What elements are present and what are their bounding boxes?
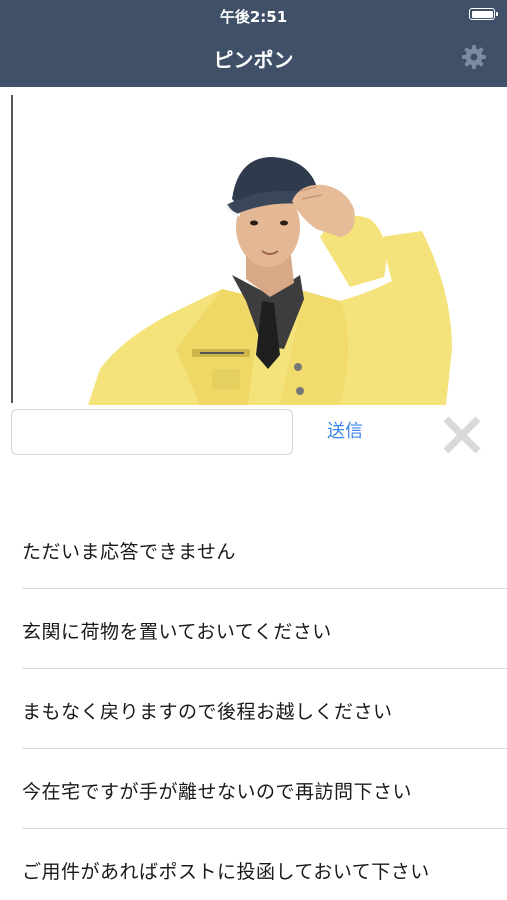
quick-reply-label: まもなく戻りますので後程お越しください (22, 701, 393, 723)
quick-reply-list: ただいま応答できません 玄関に荷物を置いておいてください まもなく戻りますので後… (0, 509, 507, 900)
quick-reply-item[interactable]: 玄関に荷物を置いておいてください (22, 589, 507, 669)
close-icon[interactable] (441, 414, 483, 456)
quick-reply-label: 玄関に荷物を置いておいてください (22, 621, 332, 643)
reply-text-input[interactable] (11, 409, 293, 455)
navigation-bar: 午後2:51 ピンポン (0, 0, 507, 87)
page-title: ピンポン (213, 48, 294, 72)
quick-reply-item[interactable]: ご用件があればポストに投函しておいて下さい (22, 829, 507, 900)
camera-photo (88, 157, 452, 405)
gear-icon[interactable] (461, 44, 487, 70)
quick-reply-item[interactable]: ただいま応答できません (22, 509, 507, 589)
battery-level (471, 10, 493, 18)
battery-icon (469, 8, 498, 20)
status-time: 午後2:51 (219, 8, 288, 26)
quick-reply-label: 今在宅ですが手が離せないので再訪問下さい (22, 781, 413, 803)
camera-view (0, 87, 507, 405)
quick-reply-label: ただいま応答できません (22, 541, 236, 563)
quick-reply-label: ご用件があればポストに投函しておいて下さい (22, 861, 430, 883)
quick-reply-item[interactable]: まもなく戻りますので後程お越しください (22, 669, 507, 749)
intercom-screen: 午後2:51 ピンポン 送信 ただいま応答できません 玄関に荷物を置いておいてく… (0, 0, 507, 900)
quick-reply-item[interactable]: 今在宅ですが手が離せないので再訪問下さい (22, 749, 507, 829)
send-button[interactable]: 送信 (310, 417, 380, 447)
battery-tip (496, 12, 498, 16)
